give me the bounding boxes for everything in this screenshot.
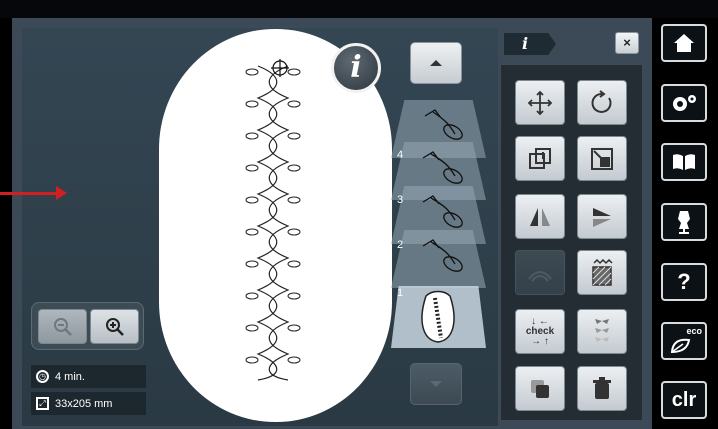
mirror-horizontal-icon bbox=[530, 207, 550, 226]
resize-box-icon bbox=[529, 147, 551, 169]
design-chain bbox=[256, 65, 278, 381]
pointer-arrow-head bbox=[56, 186, 67, 200]
triangle-up-icon bbox=[430, 60, 442, 66]
mirror-horizontal-button[interactable] bbox=[515, 194, 565, 239]
density-icon bbox=[592, 258, 613, 286]
delete-button[interactable] bbox=[577, 366, 627, 411]
mirror-vertical-button[interactable] bbox=[577, 194, 627, 239]
layer-scroll-up-button[interactable] bbox=[410, 42, 462, 84]
clear-button[interactable]: clr bbox=[661, 381, 707, 419]
dress-form-icon bbox=[678, 211, 690, 234]
eco-button[interactable]: eco bbox=[661, 322, 707, 360]
book-icon bbox=[673, 154, 695, 170]
arc-icon bbox=[528, 270, 552, 282]
design-chain-2 bbox=[268, 65, 290, 381]
top-strip bbox=[0, 0, 718, 18]
duplicate-button[interactable] bbox=[515, 366, 565, 411]
embroidery-design[interactable] bbox=[238, 58, 308, 388]
stitch-time-value: 4 min. bbox=[55, 370, 85, 383]
zoom-in-button[interactable] bbox=[90, 309, 139, 344]
pointer-arrow bbox=[0, 192, 60, 195]
trash-icon bbox=[593, 376, 611, 399]
stitch-time-row: ◷ 4 min. bbox=[31, 365, 146, 388]
info-button[interactable]: i bbox=[331, 43, 381, 93]
rotate-button[interactable] bbox=[577, 80, 627, 125]
layer-scroll-down-button[interactable] bbox=[410, 363, 462, 405]
design-size-value: 33x205 mm bbox=[55, 397, 113, 410]
layer-number-2: 2 bbox=[397, 239, 404, 251]
check-label: check bbox=[525, 325, 555, 337]
home-icon bbox=[674, 34, 694, 52]
check-size-button[interactable]: ↓ ← check → ↑ bbox=[515, 309, 565, 354]
move-button[interactable] bbox=[515, 80, 565, 125]
eco-label: eco bbox=[686, 326, 702, 336]
bend-button[interactable] bbox=[515, 250, 565, 295]
multi-hoop-button[interactable] bbox=[577, 309, 627, 354]
butterfly-stack-icon bbox=[595, 318, 609, 342]
check-size-icon: ↓ ← check → ↑ bbox=[525, 315, 555, 347]
move-icon bbox=[527, 90, 553, 115]
layer-motifs bbox=[422, 109, 463, 272]
mirror-vertical-icon bbox=[593, 207, 611, 227]
triangle-down-icon bbox=[430, 381, 442, 387]
zoom-out-icon bbox=[53, 317, 72, 336]
settings-button[interactable] bbox=[661, 84, 707, 122]
duplicate-icon bbox=[531, 379, 549, 398]
design-size-row: ⤢ 33x205 mm bbox=[31, 392, 146, 415]
tutorial-button[interactable] bbox=[661, 143, 707, 181]
clear-label: clr bbox=[671, 388, 697, 411]
layer-number-3: 3 bbox=[397, 194, 404, 206]
layer-number-4: 4 bbox=[397, 149, 404, 161]
scale-icon bbox=[591, 147, 613, 170]
clock-icon: ◷ bbox=[36, 370, 49, 383]
layer-number-1: 1 bbox=[397, 287, 404, 299]
help-button[interactable]: ? bbox=[661, 263, 707, 301]
layer-1-thumbnail bbox=[421, 290, 455, 343]
scale-button[interactable] bbox=[577, 136, 627, 181]
resize-icon: ⤢ bbox=[36, 397, 49, 410]
resize-button[interactable] bbox=[515, 136, 565, 181]
info-tab[interactable]: i bbox=[504, 33, 556, 55]
close-panel-button[interactable]: × bbox=[615, 32, 639, 54]
help-icon: ? bbox=[677, 269, 691, 294]
creative-consultant-button[interactable] bbox=[661, 203, 707, 241]
zoom-out-button[interactable] bbox=[38, 309, 87, 344]
rotate-icon bbox=[591, 89, 612, 113]
stitch-density-button[interactable] bbox=[577, 250, 627, 295]
zoom-in-icon bbox=[105, 317, 124, 336]
home-button[interactable] bbox=[661, 24, 707, 62]
gear-icon bbox=[673, 95, 696, 111]
zoom-controls bbox=[31, 302, 144, 350]
design-flower-row bbox=[245, 68, 301, 364]
